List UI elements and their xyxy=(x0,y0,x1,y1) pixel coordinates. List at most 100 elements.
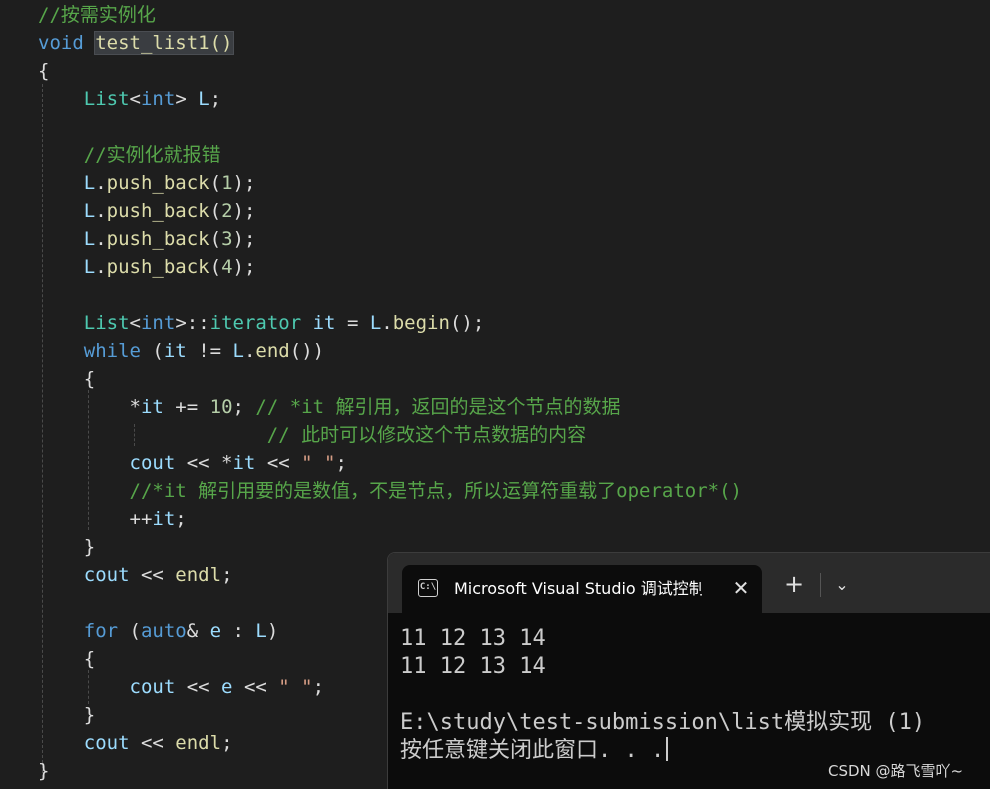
code-token: for xyxy=(83,620,119,642)
code-token: . xyxy=(381,312,393,334)
code-token: << * xyxy=(175,452,233,474)
code-token: it xyxy=(140,396,164,418)
code-token: List xyxy=(83,312,130,334)
console-icon: C:\ xyxy=(418,579,438,597)
new-tab-button[interactable]: + xyxy=(780,571,808,599)
code-token: L xyxy=(198,88,210,110)
code-token: 10 xyxy=(209,396,233,418)
tab-title: Microsoft Visual Studio 调试控制台 xyxy=(454,579,702,598)
code-line: L.push_back(2); xyxy=(38,197,256,225)
code-token: . xyxy=(243,340,256,362)
code-line: L.push_back(4); xyxy=(38,253,256,281)
code-token: ; xyxy=(209,88,222,110)
code-line: List<int> L; xyxy=(38,85,221,113)
code-token: ( xyxy=(209,228,222,250)
code-token: ; xyxy=(232,396,256,418)
close-icon[interactable]: ✕ xyxy=(728,575,754,601)
code-token: test_list1() xyxy=(94,31,234,55)
code-token: << xyxy=(175,676,222,698)
code-token: begin xyxy=(392,312,450,334)
code-token: { xyxy=(38,60,50,82)
code-token: (); xyxy=(449,312,485,334)
code-token: e xyxy=(209,620,222,642)
code-token: 3 xyxy=(221,228,233,250)
code-line: L.push_back(1); xyxy=(38,169,256,197)
code-token: { xyxy=(38,368,96,390)
code-token: // *it 解引用，返回的是这个节点的数据 xyxy=(255,396,621,418)
code-line: while (it != L.end()) xyxy=(38,337,324,365)
code-line: //实例化就报错 xyxy=(38,141,221,169)
code-line: //*it 解引用要的是数值，不是节点，所以运算符重载了operator*() xyxy=(38,477,742,505)
output-line: 11 12 13 14 xyxy=(400,626,546,651)
output-line: E:\study\test-submission\list模拟实现 (1) xyxy=(400,710,939,735)
code-token: int xyxy=(140,312,176,334)
code-token: L xyxy=(83,200,96,222)
code-line: { xyxy=(38,57,49,85)
code-token: << xyxy=(232,676,279,698)
code-line: cout << e << " "; xyxy=(38,673,325,701)
code-token: end xyxy=(255,340,290,362)
code-token: it xyxy=(232,452,256,474)
code-token: while xyxy=(83,340,141,362)
output-line: 11 12 13 14 xyxy=(400,654,546,679)
output-line-prompt: 按任意键关闭此窗口. . . xyxy=(400,737,669,765)
code-token: auto xyxy=(140,620,187,642)
code-token: ; xyxy=(312,676,325,698)
code-token: cout xyxy=(129,676,176,698)
code-token: cout xyxy=(83,564,130,586)
code-token: ++ xyxy=(129,508,153,530)
chevron-down-icon[interactable]: ⌄ xyxy=(828,571,856,599)
console-titlebar[interactable]: C:\ Microsoft Visual Studio 调试控制台 ✕ + ⌄ xyxy=(388,553,990,613)
code-token: L xyxy=(83,256,96,278)
code-token: < xyxy=(129,88,141,110)
code-token: < xyxy=(129,312,141,334)
code-token: // 此时可以修改这个节点数据的内容 xyxy=(266,424,587,446)
code-token: L xyxy=(255,620,267,642)
code-token: ; xyxy=(221,564,233,586)
code-token: ; xyxy=(175,508,187,530)
code-token: iterator xyxy=(209,312,302,334)
code-token: cout xyxy=(129,452,176,474)
code-token: void xyxy=(38,32,84,54)
code-token: push_back xyxy=(106,200,210,222)
code-token: ( xyxy=(118,620,141,642)
code-token: << xyxy=(255,452,302,474)
code-token: += xyxy=(163,396,210,418)
code-token: " " xyxy=(278,676,313,698)
code-token: int xyxy=(140,88,176,110)
code-line: ++it; xyxy=(38,505,187,533)
code-token: push_back xyxy=(106,256,210,278)
code-line: } xyxy=(38,701,95,729)
code-token: . xyxy=(95,172,107,194)
prompt-text: 按任意键关闭此窗口. . . xyxy=(400,738,665,763)
code-line: { xyxy=(38,645,95,673)
code-token: { xyxy=(38,648,96,670)
code-token: it xyxy=(312,312,336,334)
code-line: //按需实例化 xyxy=(38,1,156,29)
code-token: " " xyxy=(301,452,336,474)
code-token: << xyxy=(129,564,176,586)
code-line: // 此时可以修改这个节点数据的内容 xyxy=(38,421,586,449)
code-token: ; xyxy=(221,732,233,754)
tab-debug-console[interactable]: C:\ Microsoft Visual Studio 调试控制台 ✕ xyxy=(402,565,762,613)
code-token: } xyxy=(38,760,50,782)
code-line: cout << *it << " "; xyxy=(38,449,347,477)
code-token: //*it 解引用要的是数值，不是节点，所以运算符重载了operator*() xyxy=(129,480,742,502)
code-token: //按需实例化 xyxy=(38,4,156,26)
debug-console-window[interactable]: C:\ Microsoft Visual Studio 调试控制台 ✕ + ⌄ … xyxy=(387,552,990,789)
code-token: ; xyxy=(335,452,347,474)
code-token: . xyxy=(95,256,107,278)
